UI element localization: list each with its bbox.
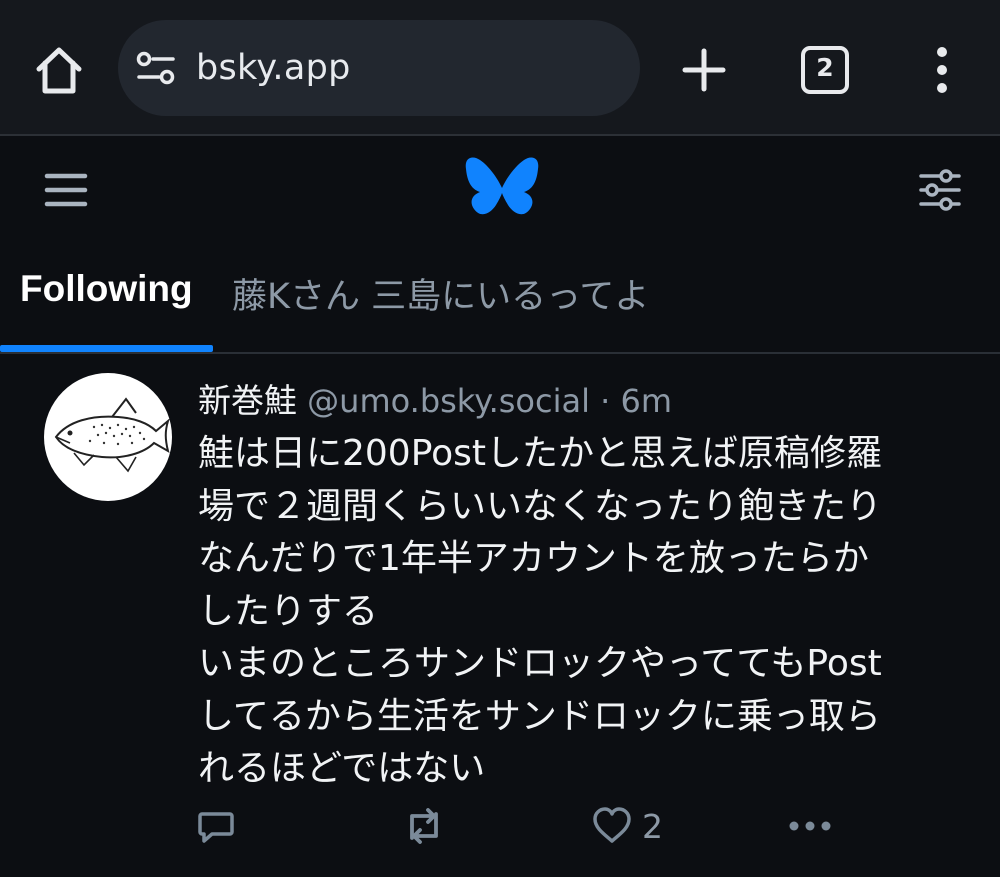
tab-custom-feed[interactable]: 藤Kさん 三島にいるってよ: [232, 268, 649, 319]
post-actions: 2: [0, 796, 1000, 856]
like-count: 2: [642, 806, 663, 846]
hamburger-menu-icon[interactable]: [44, 170, 88, 210]
more-dots-icon: [789, 821, 831, 831]
app-header: [0, 138, 1000, 242]
repost-icon: [410, 808, 438, 844]
active-tab-indicator: [0, 345, 213, 352]
heart-icon: [593, 807, 631, 843]
feed-tabs: Following 藤Kさん 三島にいるってよ: [0, 244, 1000, 354]
tab-switcher-icon[interactable]: 2: [801, 46, 849, 94]
more-menu-icon[interactable]: [922, 44, 962, 96]
feed-post[interactable]: 新巻鮭 @umo.bsky.social · 6m 鮭は日に200Postしたか…: [0, 356, 1000, 877]
repost-button[interactable]: [400, 802, 448, 850]
author-name[interactable]: 新巻鮭: [198, 381, 297, 420]
home-icon[interactable]: [30, 42, 88, 98]
address-bar[interactable]: bsky.app: [118, 20, 640, 116]
like-button[interactable]: 2: [592, 802, 663, 850]
tab-following[interactable]: Following: [20, 268, 193, 310]
author-handle[interactable]: @umo.bsky.social: [307, 382, 590, 420]
post-more-button[interactable]: [788, 802, 832, 850]
url-text[interactable]: bsky.app: [196, 48, 351, 88]
feed-settings-icon[interactable]: [918, 168, 962, 212]
butterfly-logo-icon[interactable]: [462, 155, 542, 227]
post-text: 鮭は日に200Postしたかと思えば原稿修羅 場で２週間くらいいなくなったり飽き…: [198, 433, 883, 789]
browser-toolbar: bsky.app 2: [0, 0, 1000, 136]
site-settings-icon[interactable]: [136, 50, 176, 86]
post-time[interactable]: 6m: [620, 382, 672, 420]
fish-sketch-icon: [54, 397, 170, 473]
avatar[interactable]: [44, 373, 172, 501]
tab-count: 2: [816, 53, 834, 82]
meta-separator: ·: [600, 382, 611, 420]
post-header: 新巻鮭 @umo.bsky.social · 6m: [198, 374, 672, 422]
reply-button[interactable]: [196, 802, 236, 850]
reply-icon: [198, 812, 234, 843]
new-tab-icon[interactable]: [680, 46, 728, 94]
